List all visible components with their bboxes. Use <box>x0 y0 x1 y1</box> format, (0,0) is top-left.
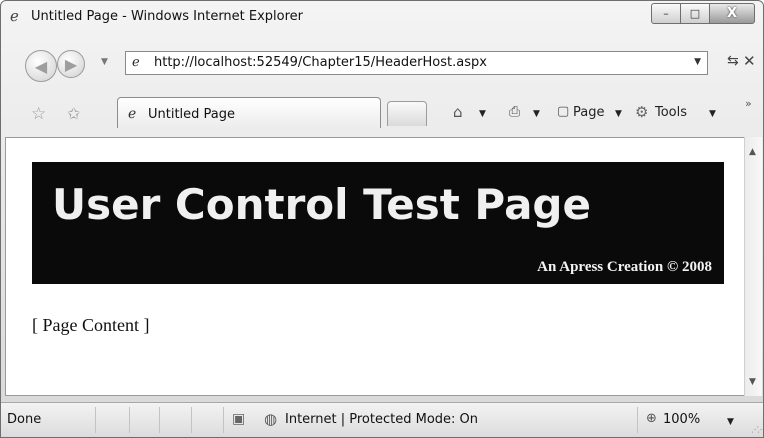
favorites-star-icon[interactable]: ☆ <box>31 104 46 124</box>
status-divider <box>129 407 130 433</box>
print-dropdown-icon[interactable]: ▼ <box>533 109 540 119</box>
gear-icon: ⚙ <box>635 103 649 121</box>
print-icon[interactable]: ⎙ <box>509 104 520 120</box>
status-divider <box>95 407 96 433</box>
tools-menu-button[interactable]: Tools <box>655 105 687 120</box>
status-divider <box>159 407 160 433</box>
vertical-scrollbar[interactable]: ▲ ▼ <box>744 137 762 396</box>
scroll-down-icon[interactable]: ▼ <box>749 377 756 387</box>
scroll-up-icon[interactable]: ▲ <box>749 147 756 157</box>
banner-subtitle: An Apress Creation © 2008 <box>537 259 712 275</box>
address-url[interactable]: http://localhost:52549/Chapter15/HeaderH… <box>154 55 487 70</box>
tab-bar: ☆ ✩ ℯ Untitled Page ⌂ ▼ ⎙ ▼ ▢ Page ▼ ⚙ T… <box>1 95 763 129</box>
recent-pages-dropdown[interactable]: ▼ <box>101 57 108 67</box>
add-favorites-icon[interactable]: ✩ <box>67 104 80 123</box>
security-zone[interactable]: Internet | Protected Mode: On <box>285 412 478 427</box>
tab-label: Untitled Page <box>148 107 236 122</box>
resize-grip-icon[interactable]: ⋰⋰ <box>751 425 763 434</box>
forward-arrow-icon: ▶ <box>64 54 78 74</box>
address-dropdown-icon[interactable]: ▼ <box>694 57 701 67</box>
home-icon[interactable]: ⌂ <box>453 103 463 121</box>
page-content-text: [ Page Content ] <box>32 315 150 335</box>
globe-icon: ◍ <box>264 410 278 428</box>
caption-buttons: – □ X <box>651 3 755 24</box>
stop-icon[interactable]: ✕ <box>743 52 756 70</box>
refresh-icon[interactable]: ⇆ <box>727 53 739 69</box>
status-divider <box>223 407 224 433</box>
page-dropdown-icon[interactable]: ▼ <box>615 109 622 119</box>
status-divider <box>637 407 638 433</box>
close-button[interactable]: X <box>709 3 755 24</box>
home-dropdown-icon[interactable]: ▼ <box>479 109 486 119</box>
status-bar: Done ▣ ◍ Internet | Protected Mode: On ⊕… <box>1 402 763 437</box>
toolbar-overflow-icon[interactable]: » <box>745 97 752 110</box>
navigation-bar: ◀ ▶ ▼ ℯ http://localhost:52549/Chapter15… <box>1 35 763 82</box>
new-tab-button[interactable] <box>387 101 427 126</box>
tools-dropdown-icon[interactable]: ▼ <box>709 109 716 119</box>
zoom-dropdown-icon[interactable]: ▼ <box>727 417 734 427</box>
tab-untitled-page[interactable]: ℯ Untitled Page <box>117 97 381 128</box>
minimize-button[interactable]: – <box>651 3 681 24</box>
page-menu-icon: ▢ <box>557 104 570 119</box>
page-menu-button[interactable]: Page <box>573 105 604 120</box>
banner-title: User Control Test Page <box>52 180 591 229</box>
zoom-icon: ⊕ <box>646 411 657 426</box>
back-arrow-icon: ◀ <box>34 56 48 76</box>
browser-window: ℯ Untitled Page - Windows Internet Explo… <box>0 0 764 438</box>
title-bar: ℯ Untitled Page - Windows Internet Explo… <box>1 1 763 31</box>
window-title: Untitled Page - Windows Internet Explore… <box>31 9 304 24</box>
status-text: Done <box>7 412 42 427</box>
page-viewport: User Control Test Page An Apress Creatio… <box>5 137 745 396</box>
status-divider <box>191 407 192 433</box>
maximize-button[interactable]: □ <box>680 3 710 24</box>
protected-mode-icon: ▣ <box>232 411 246 427</box>
header-banner: User Control Test Page An Apress Creatio… <box>32 162 724 284</box>
page-icon: ℯ <box>132 55 140 70</box>
forward-button[interactable]: ▶ <box>57 50 85 78</box>
back-button[interactable]: ◀ <box>25 50 57 82</box>
address-bar[interactable]: ℯ http://localhost:52549/Chapter15/Heade… <box>125 51 708 75</box>
ie-logo-icon: ℯ <box>10 7 19 25</box>
zoom-level[interactable]: 100% <box>663 412 700 427</box>
ie-page-icon: ℯ <box>128 106 137 122</box>
